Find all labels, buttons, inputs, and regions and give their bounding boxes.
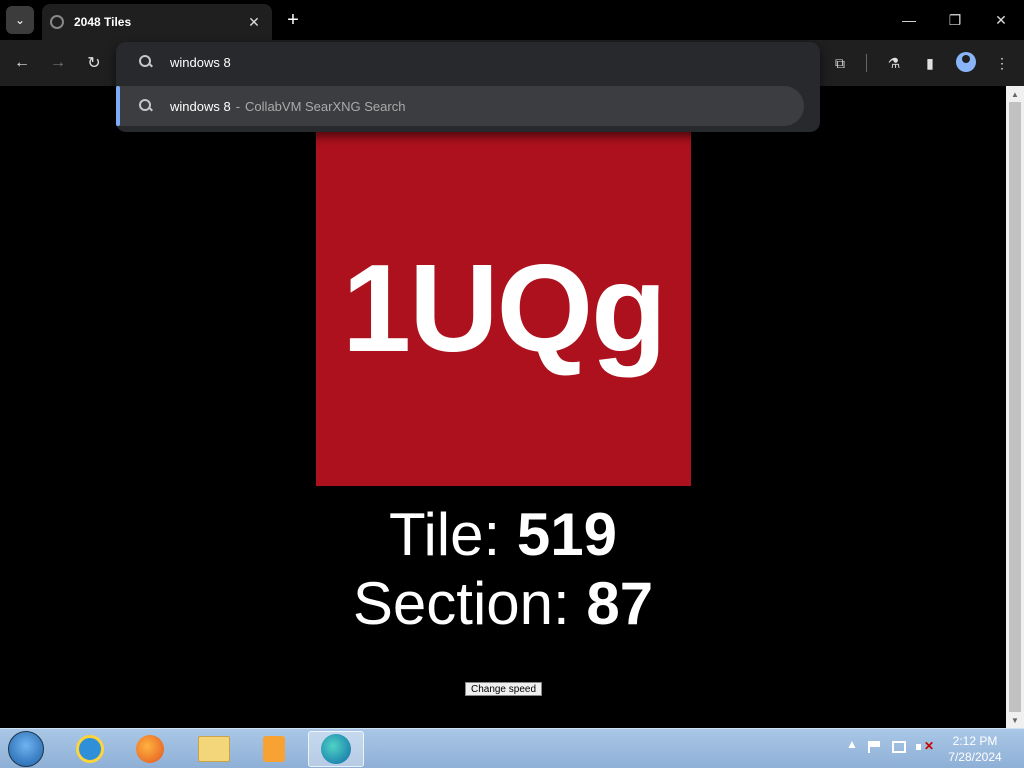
taskbar-app-media-player[interactable] xyxy=(246,731,302,767)
close-icon[interactable]: ✕ xyxy=(244,12,264,32)
suggestion-query: windows 8 xyxy=(170,98,231,114)
tab-title: 2048 Tiles xyxy=(74,15,132,29)
taskbar-app-internet-explorer[interactable] xyxy=(62,731,118,767)
search-icon xyxy=(138,98,154,114)
clock-date: 7/28/2024 xyxy=(948,750,1002,764)
extensions-icon[interactable]: ⧉ xyxy=(828,51,852,75)
address-input[interactable]: windows 8 xyxy=(170,55,231,70)
taskbar-app-file-explorer[interactable] xyxy=(186,731,242,767)
network-icon[interactable] xyxy=(892,741,906,753)
omnibox-suggestion[interactable]: windows 8 - CollabVM SearXNG Search xyxy=(116,86,804,126)
suggestion-highlight xyxy=(116,86,120,126)
taskbar-app-firefox[interactable] xyxy=(122,731,178,767)
toolbar-divider xyxy=(866,54,867,72)
forward-button[interactable]: → xyxy=(45,50,71,76)
vertical-scrollbar[interactable]: ▲ ▼ xyxy=(1006,86,1024,728)
taskbar: ▲ ✕ 2:12 PM 7/28/2024 xyxy=(0,728,1024,768)
suggestion-description: CollabVM SearXNG Search xyxy=(245,98,406,114)
back-button[interactable]: ← xyxy=(9,50,35,76)
scrollbar-thumb[interactable] xyxy=(1009,102,1021,712)
title-bar: ⌄ 2048 Tiles ✕ + — ❐ ✕ xyxy=(0,0,1024,40)
show-hidden-icons-icon[interactable]: ▲ xyxy=(846,737,858,751)
tile-number: 519 xyxy=(516,501,617,568)
clock-time: 2:12 PM xyxy=(952,734,998,748)
folder-icon xyxy=(198,736,230,762)
taskbar-app-edge[interactable] xyxy=(308,731,364,767)
system-clock[interactable]: 2:12 PM 7/28/2024 xyxy=(940,733,1010,765)
restore-button[interactable]: ❐ xyxy=(935,8,975,32)
tab-search-button[interactable]: ⌄ xyxy=(6,6,34,34)
globe-icon xyxy=(50,15,64,29)
minimize-button[interactable]: — xyxy=(889,8,929,32)
address-bar[interactable]: windows 8 xyxy=(116,42,820,82)
tile-counter: Tile: 519 xyxy=(0,500,1006,569)
page-content: 1UQg Tile: 519 Section: 87 Change speed xyxy=(0,86,1006,728)
internet-explorer-icon xyxy=(76,735,104,763)
tile-text: 1UQg xyxy=(342,240,667,378)
suggestion-separator: - xyxy=(235,98,241,114)
scroll-up-arrow-icon[interactable]: ▲ xyxy=(1006,86,1024,102)
labs-flask-icon[interactable]: ⚗ xyxy=(882,51,906,75)
action-center-flag-icon[interactable] xyxy=(868,741,882,753)
mute-x-icon: ✕ xyxy=(924,739,935,753)
side-panel-icon[interactable]: ▮ xyxy=(918,51,942,75)
reload-button[interactable]: ↻ xyxy=(81,50,107,76)
omnibox-dropdown: windows 8 windows 8 - CollabVM SearXNG S… xyxy=(116,42,820,132)
section-number: 87 xyxy=(586,570,654,637)
section-counter: Section: 87 xyxy=(0,569,1006,638)
chevron-down-icon: ⌄ xyxy=(14,13,26,27)
change-speed-button[interactable]: Change speed xyxy=(465,682,542,696)
start-button[interactable] xyxy=(8,731,44,767)
window-close-button[interactable]: ✕ xyxy=(981,8,1021,32)
media-player-icon xyxy=(263,736,285,762)
menu-kebab-icon[interactable]: ⋮ xyxy=(990,51,1014,75)
edge-icon xyxy=(321,734,351,764)
profile-avatar-icon[interactable] xyxy=(956,52,976,72)
scroll-down-arrow-icon[interactable]: ▼ xyxy=(1006,712,1024,728)
firefox-icon xyxy=(136,735,164,763)
new-tab-button[interactable]: + xyxy=(282,9,304,32)
tile: 1UQg xyxy=(316,132,691,486)
browser-tab[interactable]: 2048 Tiles ✕ xyxy=(42,4,272,40)
tile-label: Tile: xyxy=(389,501,517,568)
section-label: Section: xyxy=(352,570,587,637)
search-icon xyxy=(138,54,154,70)
